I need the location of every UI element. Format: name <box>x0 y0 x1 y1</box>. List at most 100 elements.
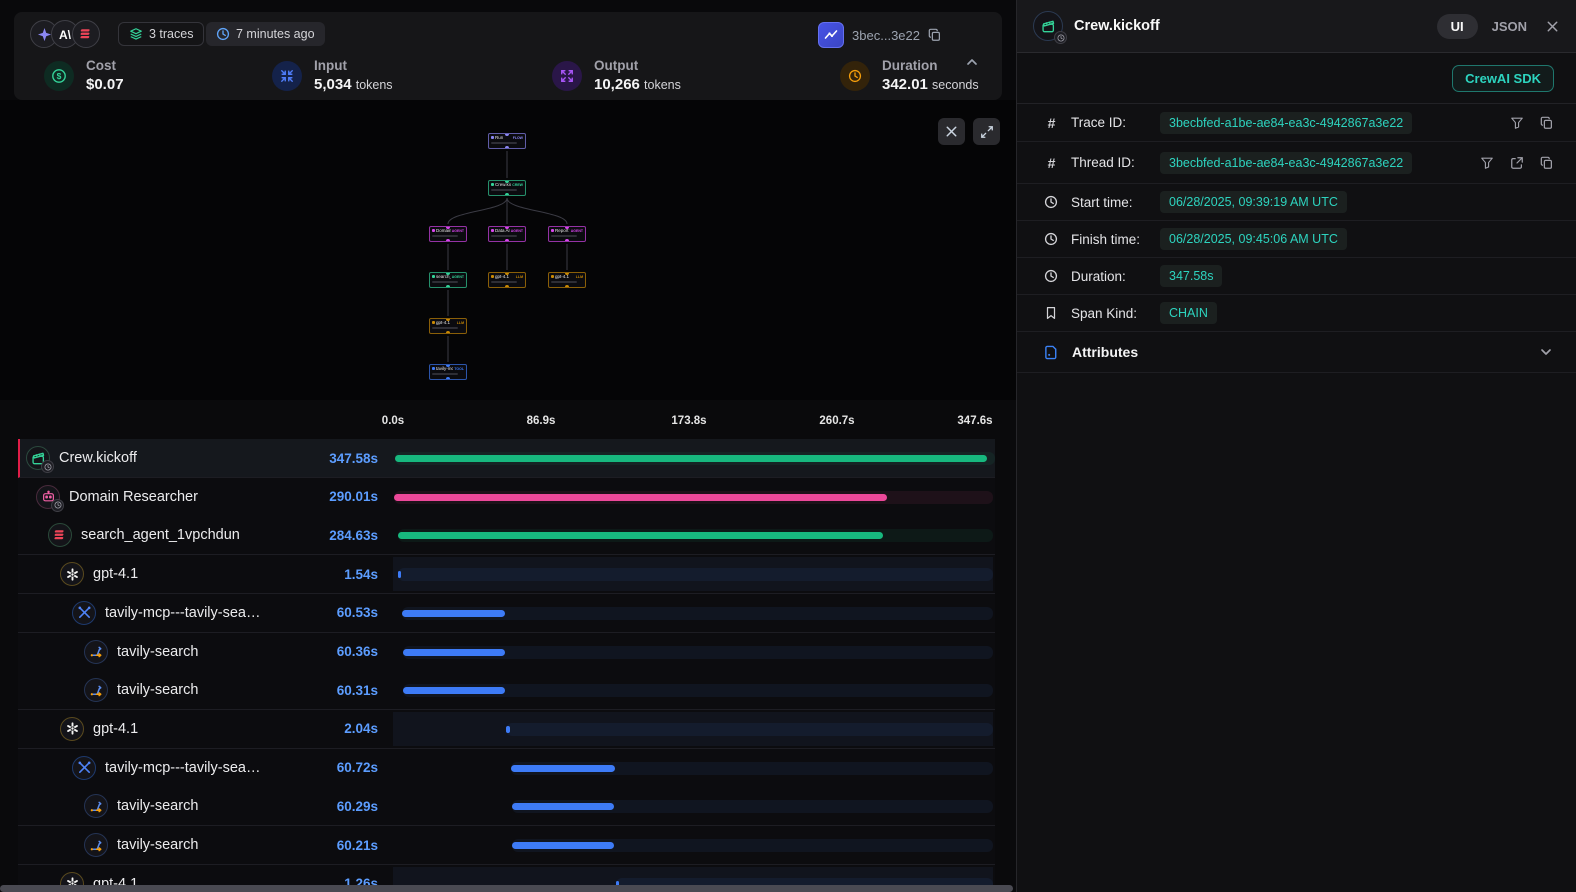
field-value-chip[interactable]: 3becbfed-a1be-ae84-ea3c-4942867a3e22 <box>1160 112 1412 134</box>
openai-icon <box>60 562 84 586</box>
copy-icon[interactable] <box>1540 156 1554 170</box>
span-row[interactable]: gpt-4.1 1.26s <box>18 865 995 885</box>
clock-badge-icon <box>51 499 64 512</box>
graph-node-gpt[interactable]: gpt-4.1 LLM <box>429 318 467 334</box>
provider-avatars: A\ <box>30 20 93 50</box>
node-label: gpt-4.1 <box>555 274 575 279</box>
axis-tick-label: 347.6s <box>957 415 992 427</box>
node-caption <box>551 235 577 237</box>
axis-tick-label: 260.7s <box>819 415 854 427</box>
metric-label: Duration <box>882 58 979 73</box>
copy-icon[interactable] <box>1540 116 1554 130</box>
node-type-icon <box>491 136 494 139</box>
graph-node-rw[interactable]: Report Writer AGENT <box>548 226 586 242</box>
attributes-section-toggle[interactable]: Attributes <box>1017 332 1576 373</box>
graph-node-da[interactable]: Data Analyst AGENT <box>488 226 526 242</box>
node-caption <box>432 327 458 329</box>
span-row[interactable]: tavily-search 60.31s <box>18 671 995 710</box>
node-handle-bottom <box>505 146 509 149</box>
dollar-icon: $ <box>44 61 74 91</box>
chevron-down-icon <box>1538 344 1554 360</box>
node-badge: LLM <box>457 321 464 325</box>
field-value-chip[interactable]: 3becbfed-a1be-ae84-ea3c-4942867a3e22 <box>1160 152 1412 174</box>
tab-json[interactable]: JSON <box>1492 19 1527 34</box>
span-name: Domain Researcher <box>69 489 198 505</box>
field-row-finishtime: Finish time: 06/28/2025, 09:45:06 AM UTC <box>1017 221 1576 258</box>
span-row[interactable]: tavily-search 60.21s <box>18 826 995 865</box>
layers-icon <box>129 27 143 41</box>
clock-icon <box>216 27 230 41</box>
traces-count-pill[interactable]: 3 traces <box>118 22 204 46</box>
span-row[interactable]: tavily-mcp---tavily-sea… 60.53s <box>18 594 995 633</box>
metric-value: 5,034 tokens <box>314 76 393 93</box>
span-bar <box>402 610 505 617</box>
axis-tick-label: 173.8s <box>671 415 706 427</box>
node-handle-bottom <box>446 377 450 380</box>
span-duration: 60.72s <box>337 760 378 775</box>
field-value-chip[interactable]: 06/28/2025, 09:45:06 AM UTC <box>1160 228 1347 250</box>
span-row[interactable]: gpt-4.1 1.54s <box>18 555 995 594</box>
close-icon[interactable] <box>1545 19 1560 34</box>
trace-view-panel: A\ 3 traces 7 minutes ago 3bec...3e22 $ … <box>0 0 1016 892</box>
span-row[interactable]: gpt-4.1 2.04s <box>18 710 995 749</box>
node-label: tavily-mcp---tavily-search <box>436 366 453 371</box>
span-row[interactable]: Domain Researcher 290.01s <box>18 478 995 517</box>
crewai-avatar[interactable] <box>72 20 100 48</box>
node-caption <box>491 142 517 144</box>
span-row[interactable]: tavily-search 60.29s <box>18 787 995 826</box>
clock-icon <box>840 61 870 91</box>
chart-button[interactable] <box>818 22 844 48</box>
hash-icon: # <box>1044 115 1059 131</box>
field-label: Duration: <box>1071 269 1126 284</box>
span-bar <box>395 455 987 462</box>
span-row[interactable]: search_agent_1vpchdun 284.63s <box>18 516 995 555</box>
branch-icon <box>84 794 108 818</box>
metric-cost: $ Cost $0.07 <box>44 58 124 93</box>
filter-icon[interactable] <box>1480 156 1494 170</box>
span-detail-panel: Crew.kickoff UI JSON CrewAI SDK # Trace … <box>1016 0 1576 892</box>
span-row[interactable]: Crew.kickoff 347.58s <box>18 439 995 478</box>
metric-duration: Duration 342.01 seconds <box>840 58 979 93</box>
field-value-chip[interactable]: 347.58s <box>1160 265 1222 287</box>
external-link-icon[interactable] <box>1510 156 1524 170</box>
graph-node-l2[interactable]: gpt-4.1 LLM <box>488 272 526 288</box>
node-handle-bottom <box>505 285 509 288</box>
node-handle-bottom <box>446 285 450 288</box>
metric-input: Input 5,034 tokens <box>272 58 393 93</box>
copy-icon[interactable] <box>928 28 942 42</box>
graph-node-sa[interactable]: search_agent_1vpchdun AGENT <box>429 272 467 288</box>
span-row[interactable]: tavily-mcp---tavily-sea… 60.72s <box>18 749 995 788</box>
node-type-icon <box>491 183 494 186</box>
graph-node-dr[interactable]: Domain Researcher AGENT <box>429 226 467 242</box>
graph-node-tool[interactable]: tavily-mcp---tavily-search TOOL <box>429 364 467 380</box>
graph-node-l3[interactable]: gpt-4.1 LLM <box>548 272 586 288</box>
trace-graph-canvas[interactable]: Run FLOW Crew.kickoff CREW Domain Resear… <box>0 100 1016 400</box>
tools-icon <box>72 601 96 625</box>
span-bar-track <box>398 568 993 581</box>
graph-node-run[interactable]: Run FLOW <box>488 133 526 149</box>
trace-age-label: 7 minutes ago <box>236 27 315 41</box>
field-value-chip[interactable]: 06/28/2025, 09:39:19 AM UTC <box>1160 191 1347 213</box>
node-badge: LLM <box>516 275 523 279</box>
graph-node-crew[interactable]: Crew.kickoff CREW <box>488 180 526 196</box>
graph-expand-button[interactable] <box>973 118 1000 145</box>
span-row[interactable]: tavily-search 60.36s <box>18 633 995 672</box>
node-badge: AGENT <box>452 275 464 279</box>
node-type-icon <box>551 275 554 278</box>
tab-ui[interactable]: UI <box>1437 14 1478 39</box>
filter-icon[interactable] <box>1510 116 1524 130</box>
field-value-chip[interactable]: CHAIN <box>1160 302 1217 324</box>
metric-label: Cost <box>86 58 124 73</box>
graph-close-button[interactable] <box>938 118 965 145</box>
field-row-spankind: Span Kind: CHAIN <box>1017 295 1576 332</box>
metric-output: Output 10,266 tokens <box>552 58 681 93</box>
node-caption <box>432 281 458 283</box>
axis-tick-label: 86.9s <box>527 415 556 427</box>
clock-icon <box>1044 232 1059 246</box>
span-bar <box>398 532 883 539</box>
metric-value: 342.01 seconds <box>882 76 979 93</box>
arrows-in-icon <box>272 61 302 91</box>
horizontal-scrollbar[interactable] <box>0 885 1013 892</box>
field-row-starttime: Start time: 06/28/2025, 09:39:19 AM UTC <box>1017 184 1576 221</box>
branch-icon <box>84 640 108 664</box>
